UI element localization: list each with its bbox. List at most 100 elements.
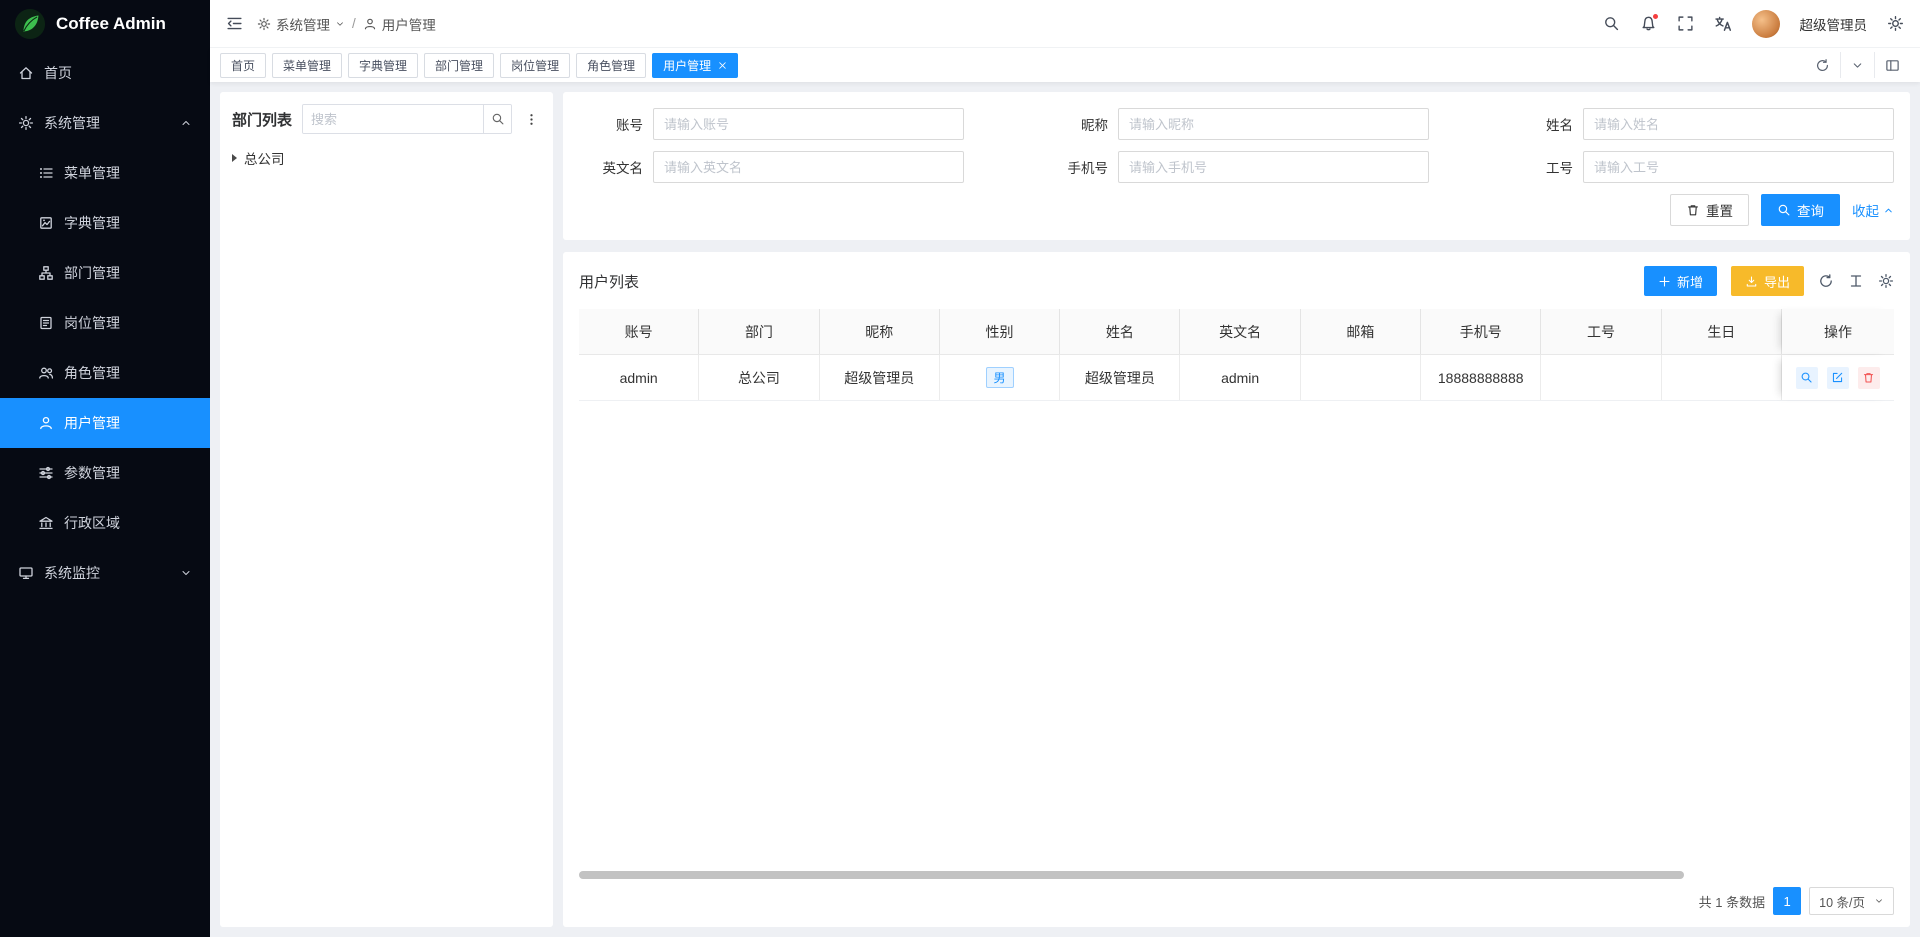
- chevron-up-icon: [180, 117, 192, 129]
- work-no-input[interactable]: [1583, 151, 1894, 183]
- cell-nickname: 超级管理员: [820, 355, 940, 400]
- filter-grid: 账号 昵称 姓名 英文名: [579, 108, 1894, 183]
- pagination-page-1[interactable]: 1: [1773, 887, 1801, 915]
- row-density-icon[interactable]: [1848, 273, 1864, 289]
- view-row-icon[interactable]: [1796, 367, 1818, 389]
- user-list-actions: 新增 导出: [1644, 266, 1894, 296]
- gender-badge: 男: [986, 367, 1014, 388]
- sidebar-group-label: 系统监控: [44, 563, 100, 583]
- search-icon: [1777, 203, 1791, 217]
- sidebar-menu: 首页 系统管理 菜单管理 字典管理 部门管理: [0, 48, 210, 937]
- page-size-select[interactable]: 10 条/页: [1809, 887, 1894, 915]
- sidebar-item-post-mgmt[interactable]: 岗位管理: [0, 298, 210, 348]
- refresh-icon[interactable]: [1805, 52, 1840, 78]
- column-settings-gear-icon[interactable]: [1878, 273, 1894, 289]
- app-root: Coffee Admin 首页 系统管理 菜单管理 字典管理: [0, 0, 1920, 937]
- sidebar-item-label: 参数管理: [64, 463, 120, 483]
- pagination-total: 共 1 条数据: [1699, 892, 1765, 911]
- chevron-down-icon[interactable]: [1840, 52, 1874, 78]
- sidebar-item-param-mgmt[interactable]: 参数管理: [0, 448, 210, 498]
- sidebar-group-monitor[interactable]: 系统监控: [0, 548, 210, 598]
- tree-node-root[interactable]: 总公司: [232, 148, 541, 168]
- sidebar-item-user-mgmt[interactable]: 用户管理: [0, 398, 210, 448]
- user-list-title: 用户列表: [579, 271, 639, 292]
- edit-row-icon[interactable]: [1827, 367, 1849, 389]
- sidebar-group-system[interactable]: 系统管理: [0, 98, 210, 148]
- breadcrumb-current: 用户管理: [363, 14, 436, 34]
- tab-label: 部门管理: [435, 57, 483, 74]
- cell-email: [1301, 355, 1421, 400]
- tab-label: 菜单管理: [283, 57, 331, 74]
- filter-actions: 重置 查询 收起: [579, 194, 1894, 226]
- close-icon[interactable]: [718, 61, 727, 70]
- phone-input[interactable]: [1118, 151, 1429, 183]
- search-icon[interactable]: [483, 105, 511, 133]
- breadcrumb-label: 系统管理: [276, 14, 330, 34]
- column-header-birthday: 生日: [1662, 309, 1782, 354]
- sidebar-item-region-mgmt[interactable]: 行政区域: [0, 498, 210, 548]
- field-label: 手机号: [1044, 157, 1108, 177]
- field-label: 姓名: [1509, 114, 1573, 134]
- add-label: 新增: [1677, 272, 1703, 291]
- field-account: 账号: [579, 108, 964, 140]
- tree-expand-caret-icon[interactable]: [232, 154, 237, 162]
- current-user-name[interactable]: 超级管理员: [1800, 14, 1868, 34]
- column-header-gender: 性别: [940, 309, 1060, 354]
- tab-post-mgmt[interactable]: 岗位管理: [500, 53, 570, 78]
- english-name-input[interactable]: [653, 151, 964, 183]
- user-list-panel: 用户列表 新增 导出: [563, 252, 1910, 927]
- sidebar-item-dept-mgmt[interactable]: 部门管理: [0, 248, 210, 298]
- department-search: [302, 104, 512, 134]
- tab-dict-mgmt[interactable]: 字典管理: [348, 53, 418, 78]
- tab-home[interactable]: 首页: [220, 53, 266, 78]
- tab-menu-mgmt[interactable]: 菜单管理: [272, 53, 342, 78]
- reset-label: 重置: [1706, 200, 1733, 220]
- filter-panel: 账号 昵称 姓名 英文名: [563, 92, 1910, 240]
- tab-role-mgmt[interactable]: 角色管理: [576, 53, 646, 78]
- refresh-icon[interactable]: [1818, 273, 1834, 289]
- tab-label: 字典管理: [359, 57, 407, 74]
- gear-icon: [257, 17, 271, 31]
- notification-dot: [1652, 13, 1659, 20]
- delete-row-icon[interactable]: [1858, 367, 1880, 389]
- sidebar-item-home[interactable]: 首页: [0, 48, 210, 98]
- sidebar-item-menu-mgmt[interactable]: 菜单管理: [0, 148, 210, 198]
- add-button[interactable]: 新增: [1644, 266, 1717, 296]
- column-header-name: 姓名: [1060, 309, 1180, 354]
- download-icon: [1745, 275, 1758, 288]
- breadcrumb-system[interactable]: 系统管理: [257, 14, 345, 34]
- field-label: 昵称: [1044, 114, 1108, 134]
- search-icon[interactable]: [1603, 15, 1620, 32]
- column-header-email: 邮箱: [1301, 309, 1421, 354]
- translate-icon[interactable]: [1714, 15, 1732, 33]
- fullscreen-icon[interactable]: [1677, 15, 1694, 32]
- chevron-up-icon: [1883, 205, 1894, 216]
- table-row[interactable]: admin 总公司 超级管理员 男 超级管理员 admin 1888888888…: [579, 355, 1894, 401]
- department-search-input[interactable]: [303, 105, 483, 133]
- user-icon: [38, 415, 54, 431]
- avatar[interactable]: [1752, 10, 1780, 38]
- collapse-filter-link[interactable]: 收起: [1852, 200, 1894, 220]
- sidebar-item-dict-mgmt[interactable]: 字典管理: [0, 198, 210, 248]
- users-icon: [38, 365, 54, 381]
- tab-user-mgmt[interactable]: 用户管理: [652, 53, 738, 78]
- brand-name: Coffee Admin: [56, 14, 166, 34]
- name-input[interactable]: [1583, 108, 1894, 140]
- user-list-header: 用户列表 新增 导出: [579, 266, 1894, 296]
- cell-english-name: admin: [1180, 355, 1300, 400]
- search-button[interactable]: 查询: [1761, 194, 1840, 226]
- layout-toggle-icon[interactable]: [1874, 52, 1910, 78]
- settings-gear-icon[interactable]: [1887, 15, 1904, 32]
- horizontal-scrollbar-thumb[interactable]: [579, 871, 1684, 879]
- tab-dept-mgmt[interactable]: 部门管理: [424, 53, 494, 78]
- menu-fold-icon[interactable]: [226, 15, 243, 32]
- notification-bell-icon[interactable]: [1640, 15, 1657, 32]
- more-options-icon[interactable]: [522, 110, 541, 129]
- topbar-actions: 超级管理员: [1603, 10, 1905, 38]
- account-input[interactable]: [653, 108, 964, 140]
- sidebar-item-role-mgmt[interactable]: 角色管理: [0, 348, 210, 398]
- reset-button[interactable]: 重置: [1670, 194, 1749, 226]
- field-name: 姓名: [1509, 108, 1894, 140]
- nickname-input[interactable]: [1118, 108, 1429, 140]
- export-button[interactable]: 导出: [1731, 266, 1804, 296]
